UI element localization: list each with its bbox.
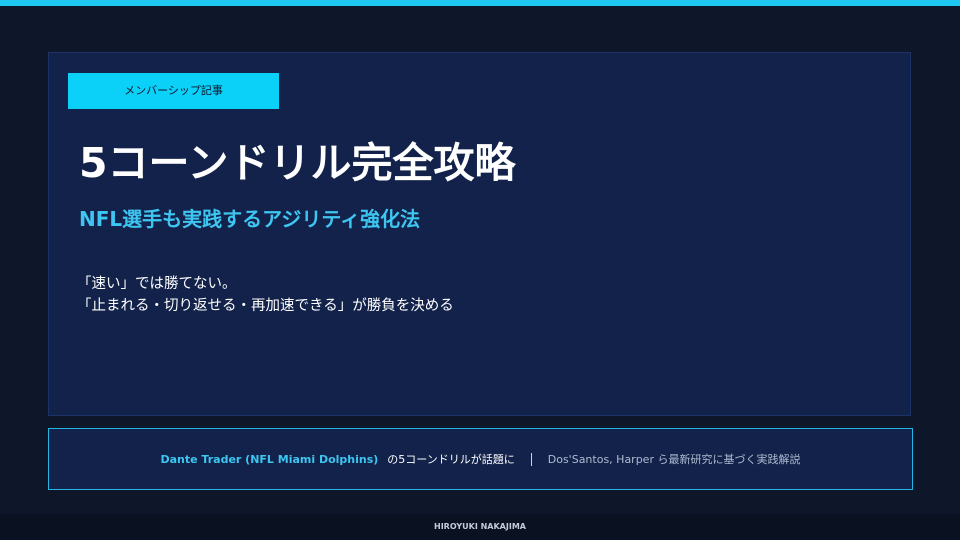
lede-line-1: 「速い」では勝てない。 bbox=[77, 276, 237, 292]
lede: 「速い」では勝てない。 「止まれる・切り返せる・再加速できる」が勝負を決める bbox=[77, 273, 454, 317]
page-title: 5コーンドリル完全攻略 bbox=[79, 139, 516, 187]
page-subtitle: NFL選手も実践するアジリティ強化法 bbox=[79, 207, 421, 231]
banner-text: の5コーンドリルが話題に bbox=[387, 453, 515, 466]
info-banner: Dante Trader (NFL Miami Dolphins) の5コーンド… bbox=[48, 428, 913, 490]
membership-badge: メンバーシップ記事 bbox=[68, 73, 279, 109]
banner-highlight: Dante Trader (NFL Miami Dolphins) bbox=[160, 452, 379, 466]
banner-secondary: Dos'Santos, Harper ら最新研究に基づく実践解説 bbox=[547, 453, 801, 466]
author-name: HIROYUKI NAKAJIMA bbox=[434, 522, 526, 531]
lede-line-2: 「止まれる・切り返せる・再加速できる」が勝負を決める bbox=[77, 298, 454, 314]
top-accent-bar bbox=[0, 0, 960, 6]
banner-divider bbox=[530, 452, 532, 466]
hero-panel: メンバーシップ記事 5コーンドリル完全攻略 NFL選手も実践するアジリティ強化法… bbox=[48, 52, 911, 416]
